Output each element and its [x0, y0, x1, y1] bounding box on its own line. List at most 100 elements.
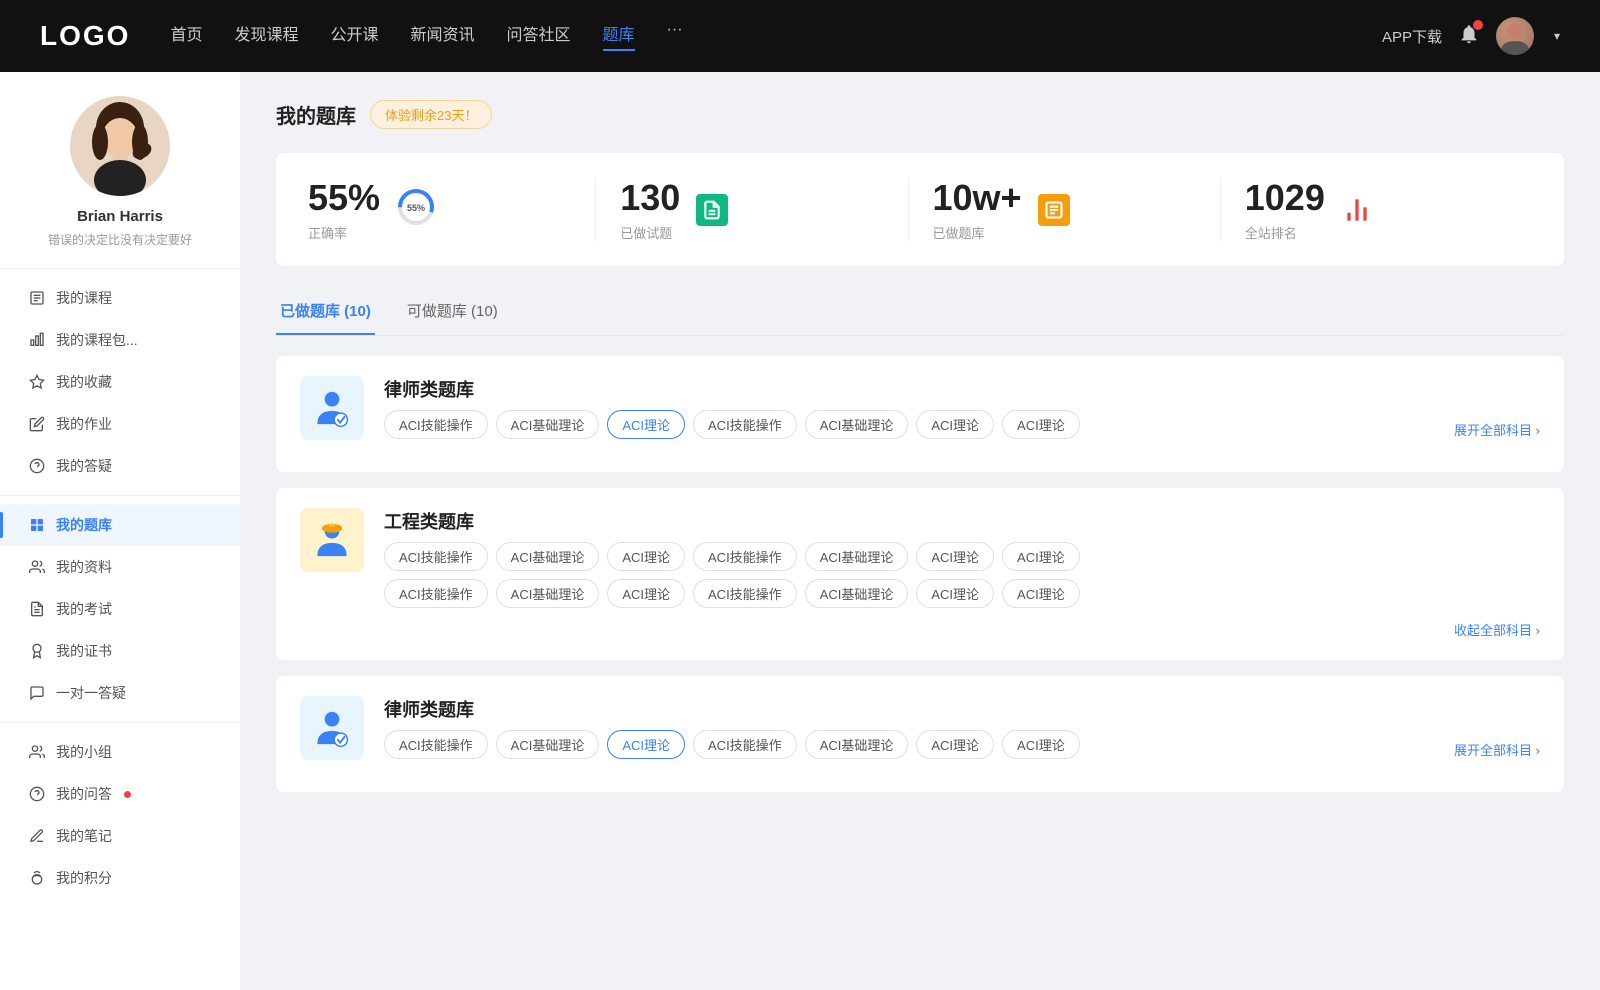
- tag-selected[interactable]: ACI理论: [607, 730, 685, 759]
- bank-2-title: 工程类题库: [384, 508, 1540, 534]
- nav-more[interactable]: ···: [667, 21, 683, 51]
- expand-link-1[interactable]: 展开全部科目 ›: [1454, 420, 1540, 439]
- tag[interactable]: ACI理论: [1002, 542, 1080, 571]
- sidebar-label-points: 我的积分: [56, 868, 112, 888]
- stat-rank-content: 1029 全站排名: [1245, 177, 1325, 242]
- sidebar-item-profile[interactable]: 我的资料: [0, 546, 240, 588]
- tag[interactable]: ACI理论: [1002, 730, 1080, 759]
- tag[interactable]: ACI技能操作: [693, 542, 797, 571]
- sidebar-label-exam: 我的考试: [56, 599, 112, 619]
- app-download-button[interactable]: APP下载: [1382, 26, 1442, 47]
- logo: LOGO: [40, 20, 130, 52]
- sidebar-item-certificate[interactable]: 我的证书: [0, 630, 240, 672]
- sidebar-label-homework: 我的作业: [56, 414, 112, 434]
- sidebar-item-one-on-one[interactable]: 一对一答疑: [0, 672, 240, 714]
- avatar-dropdown-icon[interactable]: ▾: [1554, 29, 1560, 43]
- sidebar-item-group[interactable]: 我的小组: [0, 731, 240, 773]
- bank-3-tags-section: ACI技能操作 ACI基础理论 ACI理论 ACI技能操作 ACI基础理论 AC…: [384, 730, 1540, 759]
- note-icon: [28, 827, 46, 845]
- stat-done-content: 130 已做试题: [620, 177, 680, 242]
- stat-rank-label: 全站排名: [1245, 223, 1325, 242]
- tag[interactable]: ACI理论: [1002, 579, 1080, 608]
- nav-news[interactable]: 新闻资讯: [411, 21, 475, 51]
- stat-done-label: 已做试题: [620, 223, 680, 242]
- stat-accuracy-value: 55%: [308, 177, 380, 219]
- sidebar-label-question-bank: 我的题库: [56, 515, 112, 535]
- bank-3-content: 律师类题库 ACI技能操作 ACI基础理论 ACI理论 ACI技能操作 ACI基…: [384, 696, 1540, 759]
- tag[interactable]: ACI技能操作: [384, 410, 488, 439]
- sidebar-item-homework[interactable]: 我的作业: [0, 403, 240, 445]
- nav-question-bank[interactable]: 题库: [603, 21, 635, 51]
- tag[interactable]: ACI理论: [916, 542, 994, 571]
- avatar[interactable]: [1496, 17, 1534, 55]
- bank-card-lawyer-2: 律师类题库 ACI技能操作 ACI基础理论 ACI理论 ACI技能操作 ACI基…: [276, 676, 1564, 792]
- stat-done-questions: 130 已做试题: [596, 177, 908, 242]
- tag[interactable]: ACI技能操作: [693, 730, 797, 759]
- bank-2-tags-row1: ACI技能操作 ACI基础理论 ACI理论 ACI技能操作 ACI基础理论 AC…: [384, 542, 1540, 571]
- tab-available[interactable]: 可做题库 (10): [403, 290, 502, 335]
- stat-accuracy: 55% 正确率 55%: [308, 177, 596, 242]
- bank-icon-lawyer-1: [300, 376, 364, 440]
- bank-1-tags: ACI技能操作 ACI基础理论 ACI理论 ACI技能操作 ACI基础理论 AC…: [384, 410, 1080, 439]
- tabs-row: 已做题库 (10) 可做题库 (10): [276, 290, 1564, 336]
- green-doc-icon: [696, 194, 728, 226]
- done-questions-icon: [696, 194, 728, 226]
- bank-icon-lawyer-2: [300, 696, 364, 760]
- tag[interactable]: ACI技能操作: [384, 579, 488, 608]
- nav-home[interactable]: 首页: [170, 21, 202, 51]
- notification-bell[interactable]: [1458, 23, 1480, 50]
- bank-card-2-header: 工程类题库 ACI技能操作 ACI基础理论 ACI理论 ACI技能操作 ACI基…: [300, 508, 1540, 608]
- tag[interactable]: ACI技能操作: [384, 542, 488, 571]
- sidebar-item-question-bank[interactable]: 我的题库: [0, 504, 240, 546]
- bank-card-lawyer-1: 律师类题库 ACI技能操作 ACI基础理论 ACI理论 ACI技能操作 ACI基…: [276, 356, 1564, 472]
- tag-selected[interactable]: ACI理论: [607, 410, 685, 439]
- tag[interactable]: ACI理论: [607, 542, 685, 571]
- tab-done[interactable]: 已做题库 (10): [276, 290, 375, 335]
- sidebar-label-myqa: 我的问答: [56, 784, 112, 804]
- tag[interactable]: ACI理论: [1002, 410, 1080, 439]
- sidebar-item-favorites[interactable]: 我的收藏: [0, 361, 240, 403]
- sidebar-label-profile: 我的资料: [56, 557, 112, 577]
- tag[interactable]: ACI技能操作: [384, 730, 488, 759]
- stat-accuracy-label: 正确率: [308, 223, 380, 242]
- sidebar-item-exam[interactable]: 我的考试: [0, 588, 240, 630]
- tag[interactable]: ACI理论: [916, 579, 994, 608]
- tag[interactable]: ACI基础理论: [805, 410, 909, 439]
- tag[interactable]: ACI基础理论: [805, 542, 909, 571]
- nav-discover[interactable]: 发现课程: [234, 21, 298, 51]
- sidebar-label-favorites: 我的收藏: [56, 372, 112, 392]
- chat-icon: [28, 684, 46, 702]
- tag[interactable]: ACI理论: [916, 410, 994, 439]
- tag[interactable]: ACI技能操作: [693, 410, 797, 439]
- tag[interactable]: ACI基础理论: [805, 579, 909, 608]
- collapse-link-2[interactable]: 收起全部科目 ›: [1454, 623, 1540, 638]
- tag[interactable]: ACI技能操作: [693, 579, 797, 608]
- tag[interactable]: ACI基础理论: [496, 730, 600, 759]
- tag[interactable]: ACI基础理论: [496, 579, 600, 608]
- stat-done-value: 130: [620, 177, 680, 219]
- page-body: Brian Harris 错误的决定比没有决定要好 我的课程 我的课程包...: [0, 72, 1600, 990]
- divider-1: [0, 495, 240, 496]
- chart-bar-icon: [28, 331, 46, 349]
- profile-name: Brian Harris: [20, 208, 220, 225]
- sidebar-item-course-package[interactable]: 我的课程包...: [0, 319, 240, 361]
- stat-done-banks: 10w+ 已做题库: [909, 177, 1221, 242]
- expand-link-3[interactable]: 展开全部科目 ›: [1454, 740, 1540, 759]
- nav-right: APP下载 ▾: [1382, 17, 1560, 55]
- sidebar-item-qa[interactable]: 我的答疑: [0, 445, 240, 487]
- nav-open-course[interactable]: 公开课: [330, 21, 378, 51]
- tag[interactable]: ACI理论: [607, 579, 685, 608]
- bank-3-tags: ACI技能操作 ACI基础理论 ACI理论 ACI技能操作 ACI基础理论 AC…: [384, 730, 1080, 759]
- tag[interactable]: ACI理论: [916, 730, 994, 759]
- sidebar-item-points[interactable]: 我的积分: [0, 857, 240, 899]
- tag[interactable]: ACI基础理论: [496, 542, 600, 571]
- tag[interactable]: ACI基础理论: [496, 410, 600, 439]
- bank-2-footer: 收起全部科目 ›: [300, 620, 1540, 640]
- divider-2: [0, 722, 240, 723]
- sidebar-item-mycourse[interactable]: 我的课程: [0, 277, 240, 319]
- sidebar-item-myqa[interactable]: 我的问答: [0, 773, 240, 815]
- nav-qa[interactable]: 问答社区: [507, 21, 571, 51]
- sidebar-item-notes[interactable]: 我的笔记: [0, 815, 240, 857]
- tag[interactable]: ACI基础理论: [805, 730, 909, 759]
- grid-icon: [28, 516, 46, 534]
